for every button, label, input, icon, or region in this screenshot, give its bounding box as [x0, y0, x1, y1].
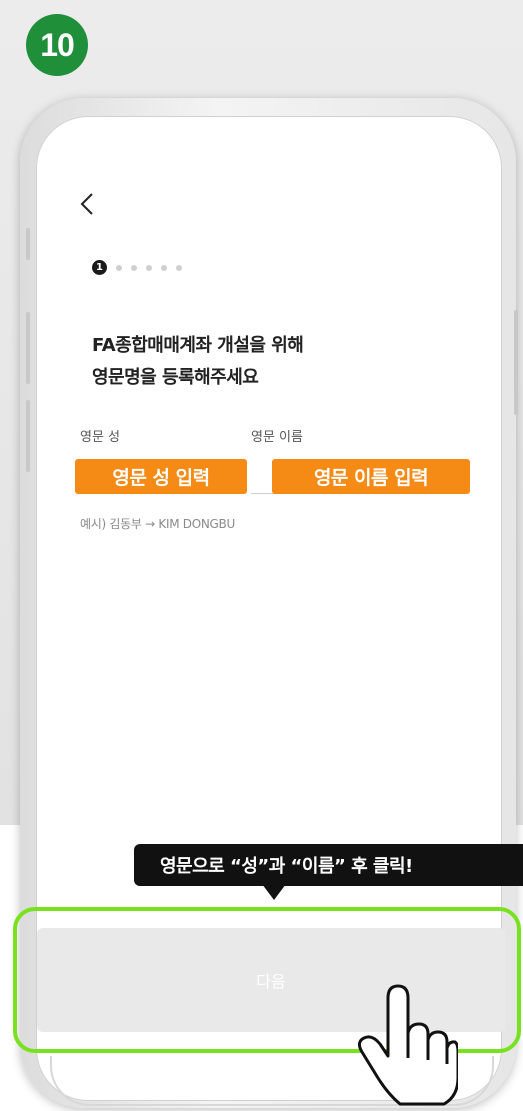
progress-dot-active: 1 [92, 260, 107, 275]
step-progress: 1 [92, 260, 182, 275]
progress-dot [161, 264, 167, 271]
last-name-label: 영문 성 [80, 430, 121, 445]
progress-dot [116, 264, 122, 271]
example-hint: 예시) 김동부 → KIM DONGBU [80, 517, 235, 531]
phone-side-button [514, 310, 518, 415]
progress-dot [176, 264, 182, 271]
chevron-left-icon [80, 193, 93, 215]
first-name-label: 영문 이름 [251, 430, 303, 445]
pointer-hand-icon [357, 984, 458, 1106]
progress-dot [131, 264, 137, 271]
progress-dot [146, 264, 152, 271]
back-button[interactable] [80, 192, 104, 220]
phone-side-button [26, 312, 30, 384]
instruction-tooltip: 영문으로 “성”과 “이름” 후 클릭! [134, 844, 523, 886]
first-name-guide-tag: 영문 이름 입력 [272, 459, 470, 494]
phone-side-button [26, 228, 30, 260]
tooltip-arrow [262, 884, 286, 900]
step-number-badge: 10 [26, 14, 88, 76]
last-name-guide-tag: 영문 성 입력 [75, 459, 247, 494]
phone-side-button [26, 400, 30, 472]
page-title: FA종합매매계좌 개설을 위해 영문명을 등록해주세요 [92, 335, 304, 388]
